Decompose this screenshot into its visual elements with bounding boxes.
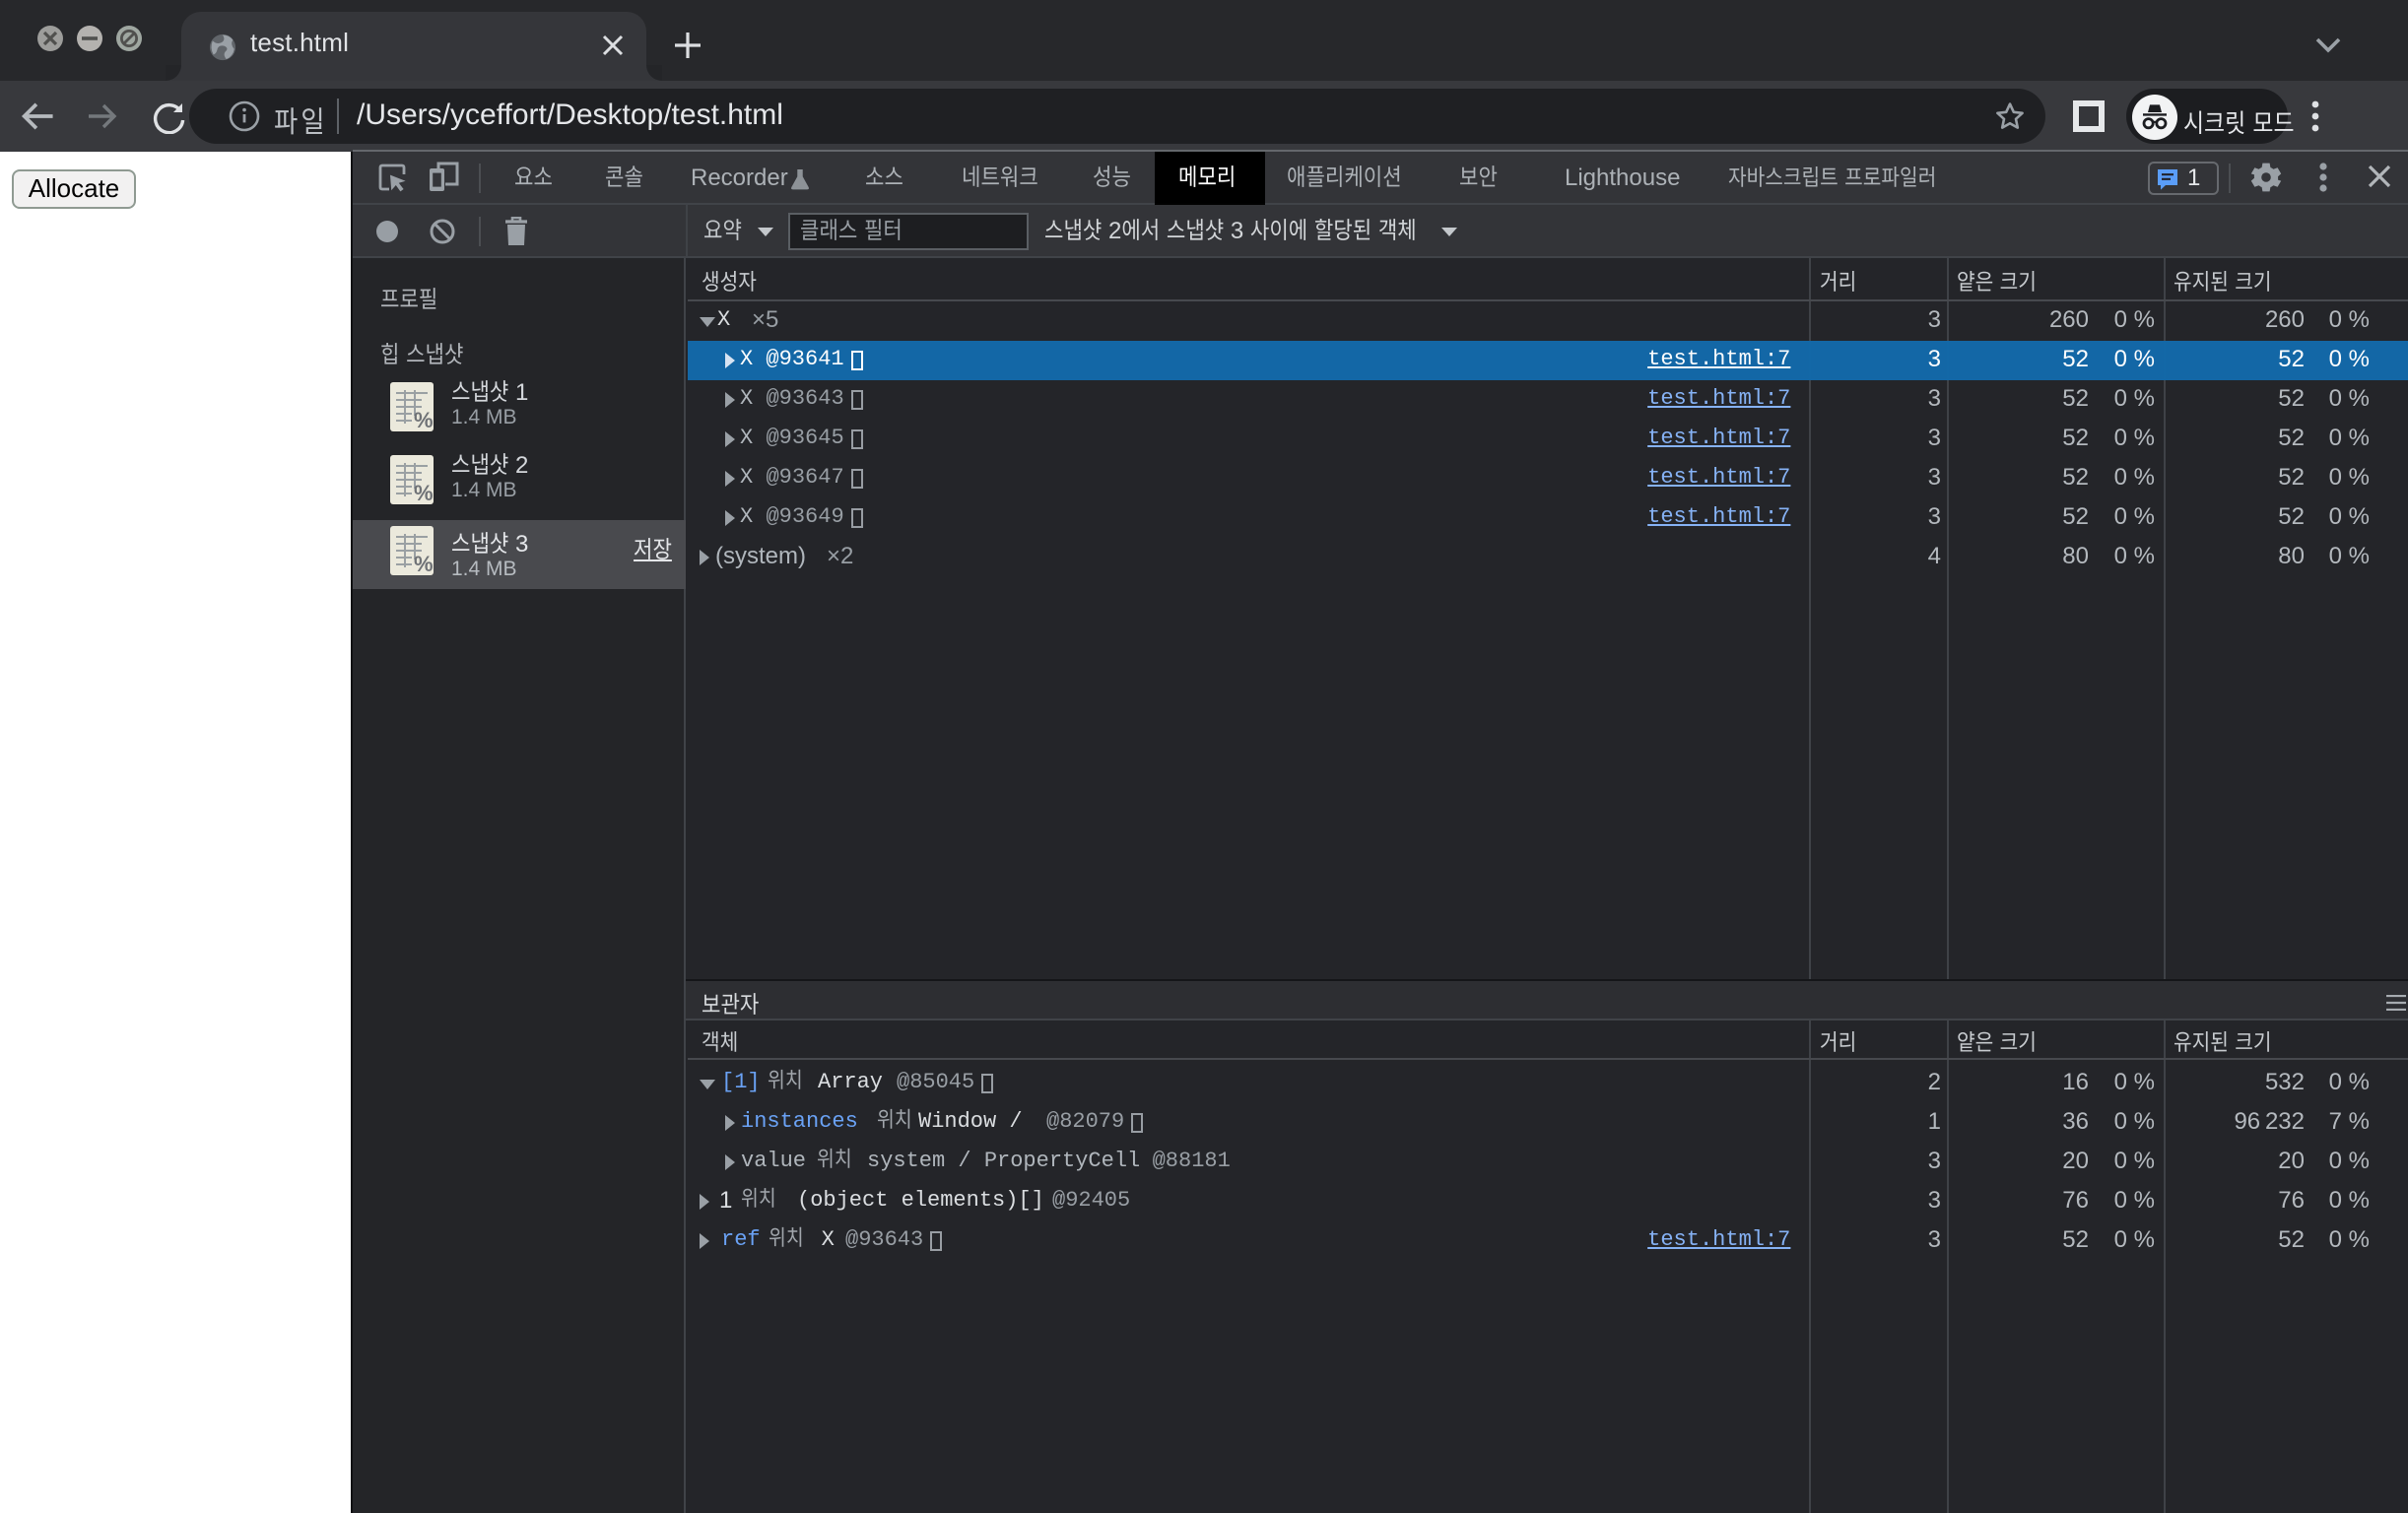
svg-text:%: %: [414, 480, 434, 503]
svg-text:%: %: [414, 407, 434, 430]
svg-text:%: %: [414, 552, 434, 575]
